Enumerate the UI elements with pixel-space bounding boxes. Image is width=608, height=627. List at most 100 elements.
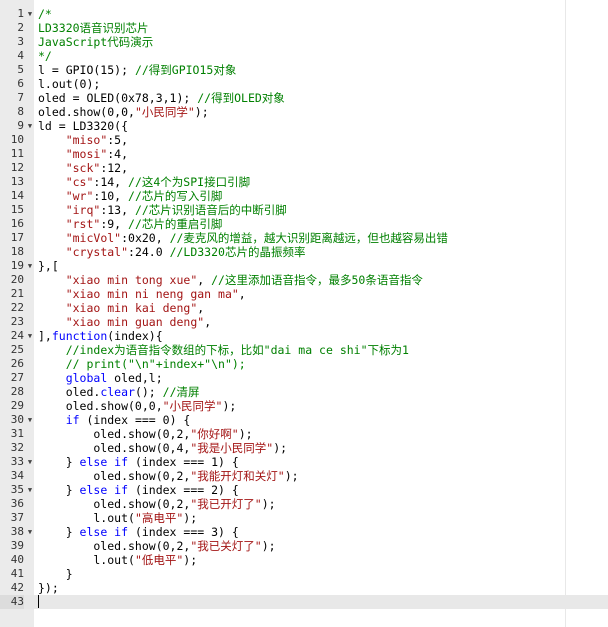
code-line[interactable]: 8 oled.show(0,0,"小民同学"); [0, 105, 608, 119]
code-line[interactable]: 42}); [0, 581, 608, 595]
text-token: ); [238, 427, 253, 441]
text-token: , [238, 287, 246, 301]
code-line[interactable]: 24 ▼],function(index){ [0, 329, 608, 343]
code-line[interactable]: 5 l = GPIO(15); //得到GPIO15对象 [0, 63, 608, 77]
text-token: :24.0 [128, 245, 170, 259]
triangle-down-icon[interactable]: ▼ [26, 7, 34, 21]
code-line[interactable]: 22 "xiao min kai deng", [0, 301, 608, 315]
code-line[interactable]: 35 ▼ } else if (index === 2) { [0, 483, 608, 497]
text-token: ); [194, 105, 209, 119]
code-line[interactable]: 20 "xiao min tong xue", //这里添加语音指令，最多50条… [0, 273, 608, 287]
code-line[interactable]: 40 l.out("低电平"); [0, 553, 608, 567]
code-line[interactable]: 25 //index为语音指令数组的下标，比如"dai ma ce shi"下标… [0, 343, 608, 357]
code-text: "sck":12, [38, 161, 128, 175]
comment-token: //芯片识别语音后的中断引脚 [134, 203, 287, 217]
code-line[interactable]: 34 oled.show(0,2,"我能开灯和关灯"); [0, 469, 608, 483]
code-line[interactable]: 11 "mosi":4, [0, 147, 608, 161]
line-number: 43 [0, 595, 24, 609]
line-number: 35 [10, 483, 24, 496]
code-line[interactable]: 36 oled.show(0,2,"我已开灯了"); [0, 497, 608, 511]
line-number: 30 [10, 413, 24, 426]
code-line[interactable]: 41 } [0, 567, 608, 581]
code-line[interactable]: 39 oled.show(0,2,"我已关灯了"); [0, 539, 608, 553]
code-line[interactable]: 27 global oled,l; [0, 371, 608, 385]
code-lines[interactable]: 1 ▼/* 2 LD3320语音识别芯片 3 JavaScript代码演示 4 */5 l = … [0, 7, 608, 609]
code-line[interactable]: 26 // print("\n"+index+"\n"); [0, 357, 608, 371]
line-number: 6 [17, 77, 24, 90]
code-line[interactable]: 43 [0, 595, 608, 609]
code-text: // print("\n"+index+"\n"); [38, 357, 246, 371]
triangle-down-icon[interactable]: ▼ [26, 525, 34, 539]
code-text: "xiao min guan deng", [38, 315, 211, 329]
code-text: l.out("高电平"); [38, 511, 197, 525]
code-line[interactable]: 13 "cs":14, //这4个为SPI接口引脚 [0, 175, 608, 189]
text-token: , [197, 301, 205, 315]
string-token: "crystal" [65, 245, 129, 259]
code-line[interactable]: 4 */ [0, 49, 608, 63]
code-text: if (index === 0) { [38, 413, 191, 427]
code-line[interactable]: 2 LD3320语音识别芯片 [0, 21, 608, 35]
line-number: 4 [17, 49, 24, 62]
text-token: :12, [100, 161, 129, 175]
code-text: ],function(index){ [38, 329, 163, 343]
code-line[interactable]: 33 ▼ } else if (index === 1) { [0, 455, 608, 469]
code-text: oled.show(0,2,"我能开灯和关灯"); [38, 469, 299, 483]
code-text: oled.show(0,2,"我已开灯了"); [38, 497, 275, 511]
code-line[interactable]: 32 oled.show(0,4,"我是小民同学"); [0, 441, 608, 455]
line-number: 23 [10, 315, 24, 328]
code-text: l.out("低电平"); [38, 553, 197, 567]
triangle-down-icon[interactable]: ▼ [26, 259, 34, 273]
string-token: "高电平" [134, 511, 184, 525]
code-line[interactable]: 37 l.out("高电平"); [0, 511, 608, 525]
code-line[interactable]: 6 l.out(0); [0, 77, 608, 91]
triangle-down-icon[interactable]: ▼ [26, 329, 34, 343]
code-line[interactable]: 30 ▼ if (index === 0) { [0, 413, 608, 427]
line-number: 10 [10, 133, 24, 146]
triangle-down-icon[interactable]: ▼ [26, 483, 34, 497]
string-token: "xiao min kai deng" [65, 301, 198, 315]
text-token: ); [284, 469, 299, 483]
text-token: oled. [38, 385, 101, 399]
code-line[interactable]: 16 "rst":9, //芯片的重启引脚 [0, 217, 608, 231]
code-line[interactable]: 12 "sck":12, [0, 161, 608, 175]
line-number: 12 [10, 161, 24, 174]
comment-token: //这4个为SPI接口引脚 [128, 175, 251, 189]
line-number: 3 [17, 35, 24, 48]
code-text: LD3320语音识别芯片 [38, 21, 149, 35]
code-line[interactable]: 31 oled.show(0,2,"你好啊"); [0, 427, 608, 441]
code-line[interactable]: 14 "wr":10, //芯片的写入引脚 [0, 189, 608, 203]
code-line[interactable]: 28 oled.clear(); //清屏 [0, 385, 608, 399]
line-number: 17 [10, 231, 24, 244]
code-line[interactable]: 15 "irq":13, //芯片识别语音后的中断引脚 [0, 203, 608, 217]
code-line[interactable]: 23 "xiao min guan deng", [0, 315, 608, 329]
text-token: } [38, 455, 80, 469]
code-line[interactable]: 3 JavaScript代码演示 [0, 35, 608, 49]
text-token: } [38, 525, 80, 539]
line-number: 15 [10, 203, 24, 216]
code-line[interactable]: 9 ▼ ld = LD3320({ [0, 119, 608, 133]
comment-token: // print("\n"+index+"\n"); [65, 357, 246, 371]
code-line[interactable]: 19 ▼},[ [0, 259, 608, 273]
text-cursor [38, 595, 39, 608]
code-line[interactable]: 29 oled.show(0,0,"小民同学"); [0, 399, 608, 413]
triangle-down-icon[interactable]: ▼ [26, 413, 34, 427]
code-editor[interactable]: 1 ▼/* 2 LD3320语音识别芯片 3 JavaScript代码演示 4 */5 l = … [0, 0, 608, 627]
code-line[interactable]: 10 "miso":5, [0, 133, 608, 147]
code-line[interactable]: 38 ▼ } else if (index === 3) { [0, 525, 608, 539]
triangle-down-icon[interactable]: ▼ [26, 119, 34, 133]
keyword-token: else if [79, 455, 129, 469]
code-text: oled.show(0,2,"你好啊"); [38, 427, 253, 441]
code-line[interactable]: 18 "crystal":24.0 //LD3320芯片的晶振频率 [0, 245, 608, 259]
line-number: 13 [10, 175, 24, 188]
code-line[interactable]: 7 oled = OLED(0x78,3,1); //得到OLED对象 [0, 91, 608, 105]
triangle-down-icon[interactable]: ▼ [26, 455, 34, 469]
code-line[interactable]: 21 "xiao min ni neng gan ma", [0, 287, 608, 301]
code-line[interactable]: 1 ▼ /* [0, 7, 608, 21]
code-line[interactable]: 17 "micVol":0x20, //麦克风的增益，越大识别距离越远，但也越容… [0, 231, 608, 245]
